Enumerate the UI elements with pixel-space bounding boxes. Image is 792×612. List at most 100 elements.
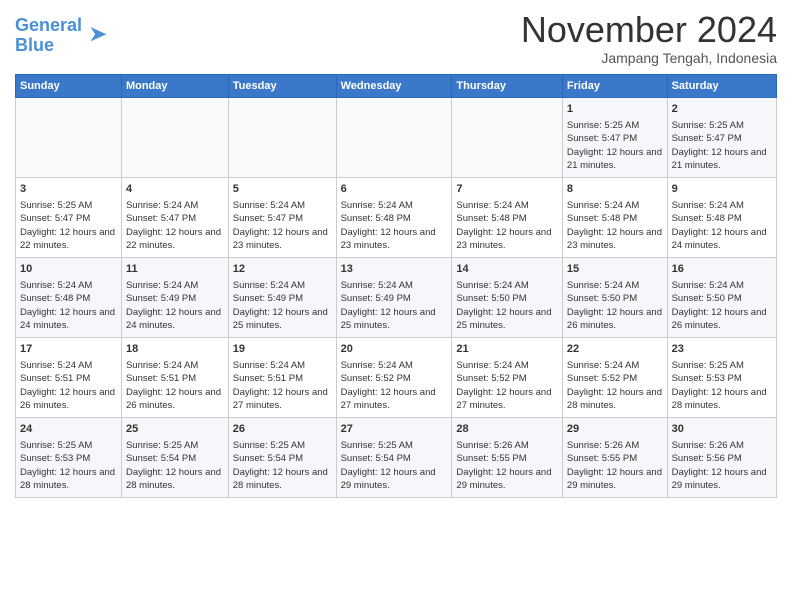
sunrise-info: Sunrise: 5:25 AM bbox=[20, 199, 117, 212]
calendar-cell: 10Sunrise: 5:24 AMSunset: 5:48 PMDayligh… bbox=[16, 257, 122, 337]
daylight-info: Daylight: 12 hours and 22 minutes. bbox=[20, 226, 117, 253]
calendar-table: SundayMondayTuesdayWednesdayThursdayFrid… bbox=[15, 74, 777, 498]
calendar-cell: 29Sunrise: 5:26 AMSunset: 5:55 PMDayligh… bbox=[562, 417, 667, 497]
daylight-info: Daylight: 12 hours and 29 minutes. bbox=[341, 466, 448, 493]
day-number: 16 bbox=[672, 262, 772, 277]
sunrise-info: Sunrise: 5:24 AM bbox=[126, 279, 224, 292]
day-number: 15 bbox=[567, 262, 663, 277]
sunset-info: Sunset: 5:51 PM bbox=[20, 372, 117, 385]
calendar-cell: 24Sunrise: 5:25 AMSunset: 5:53 PMDayligh… bbox=[16, 417, 122, 497]
sunrise-info: Sunrise: 5:25 AM bbox=[233, 439, 332, 452]
calendar-cell: 11Sunrise: 5:24 AMSunset: 5:49 PMDayligh… bbox=[121, 257, 228, 337]
sunrise-info: Sunrise: 5:24 AM bbox=[341, 199, 448, 212]
daylight-info: Daylight: 12 hours and 26 minutes. bbox=[126, 386, 224, 413]
daylight-info: Daylight: 12 hours and 26 minutes. bbox=[672, 306, 772, 333]
sunrise-info: Sunrise: 5:24 AM bbox=[233, 359, 332, 372]
day-number: 25 bbox=[126, 422, 224, 437]
logo-icon bbox=[84, 23, 108, 47]
calendar-cell: 18Sunrise: 5:24 AMSunset: 5:51 PMDayligh… bbox=[121, 337, 228, 417]
sunrise-info: Sunrise: 5:26 AM bbox=[672, 439, 772, 452]
sunrise-info: Sunrise: 5:24 AM bbox=[567, 199, 663, 212]
day-number: 27 bbox=[341, 422, 448, 437]
sunset-info: Sunset: 5:51 PM bbox=[126, 372, 224, 385]
sunrise-info: Sunrise: 5:24 AM bbox=[341, 279, 448, 292]
sunset-info: Sunset: 5:53 PM bbox=[20, 452, 117, 465]
daylight-info: Daylight: 12 hours and 25 minutes. bbox=[456, 306, 558, 333]
calendar-cell: 13Sunrise: 5:24 AMSunset: 5:49 PMDayligh… bbox=[336, 257, 452, 337]
daylight-info: Daylight: 12 hours and 29 minutes. bbox=[567, 466, 663, 493]
daylight-info: Daylight: 12 hours and 25 minutes. bbox=[341, 306, 448, 333]
sunrise-info: Sunrise: 5:26 AM bbox=[456, 439, 558, 452]
calendar-cell: 1Sunrise: 5:25 AMSunset: 5:47 PMDaylight… bbox=[562, 97, 667, 177]
day-number: 20 bbox=[341, 342, 448, 357]
logo: General Blue bbox=[15, 16, 108, 56]
calendar-cell bbox=[121, 97, 228, 177]
day-number: 5 bbox=[233, 182, 332, 197]
sunrise-info: Sunrise: 5:25 AM bbox=[672, 359, 772, 372]
sunrise-info: Sunrise: 5:24 AM bbox=[672, 279, 772, 292]
week-row-2: 3Sunrise: 5:25 AMSunset: 5:47 PMDaylight… bbox=[16, 177, 777, 257]
daylight-info: Daylight: 12 hours and 27 minutes. bbox=[341, 386, 448, 413]
calendar-cell: 9Sunrise: 5:24 AMSunset: 5:48 PMDaylight… bbox=[667, 177, 776, 257]
daylight-info: Daylight: 12 hours and 26 minutes. bbox=[20, 386, 117, 413]
calendar-cell: 19Sunrise: 5:24 AMSunset: 5:51 PMDayligh… bbox=[228, 337, 336, 417]
sunrise-info: Sunrise: 5:24 AM bbox=[672, 199, 772, 212]
day-number: 10 bbox=[20, 262, 117, 277]
calendar-cell: 4Sunrise: 5:24 AMSunset: 5:47 PMDaylight… bbox=[121, 177, 228, 257]
daylight-info: Daylight: 12 hours and 29 minutes. bbox=[672, 466, 772, 493]
sunset-info: Sunset: 5:50 PM bbox=[672, 292, 772, 305]
calendar-cell: 28Sunrise: 5:26 AMSunset: 5:55 PMDayligh… bbox=[452, 417, 563, 497]
calendar-cell: 6Sunrise: 5:24 AMSunset: 5:48 PMDaylight… bbox=[336, 177, 452, 257]
sunrise-info: Sunrise: 5:24 AM bbox=[233, 279, 332, 292]
calendar-cell: 30Sunrise: 5:26 AMSunset: 5:56 PMDayligh… bbox=[667, 417, 776, 497]
calendar-cell: 21Sunrise: 5:24 AMSunset: 5:52 PMDayligh… bbox=[452, 337, 563, 417]
sunrise-info: Sunrise: 5:24 AM bbox=[233, 199, 332, 212]
week-row-3: 10Sunrise: 5:24 AMSunset: 5:48 PMDayligh… bbox=[16, 257, 777, 337]
sunset-info: Sunset: 5:54 PM bbox=[233, 452, 332, 465]
sunset-info: Sunset: 5:52 PM bbox=[341, 372, 448, 385]
sunrise-info: Sunrise: 5:24 AM bbox=[20, 279, 117, 292]
sunrise-info: Sunrise: 5:25 AM bbox=[567, 119, 663, 132]
calendar-cell: 17Sunrise: 5:24 AMSunset: 5:51 PMDayligh… bbox=[16, 337, 122, 417]
daylight-info: Daylight: 12 hours and 28 minutes. bbox=[126, 466, 224, 493]
sunset-info: Sunset: 5:54 PM bbox=[126, 452, 224, 465]
daylight-info: Daylight: 12 hours and 29 minutes. bbox=[456, 466, 558, 493]
sunrise-info: Sunrise: 5:24 AM bbox=[456, 199, 558, 212]
day-number: 19 bbox=[233, 342, 332, 357]
sunset-info: Sunset: 5:49 PM bbox=[341, 292, 448, 305]
day-number: 23 bbox=[672, 342, 772, 357]
daylight-info: Daylight: 12 hours and 26 minutes. bbox=[567, 306, 663, 333]
weekday-header-monday: Monday bbox=[121, 74, 228, 97]
sunrise-info: Sunrise: 5:25 AM bbox=[341, 439, 448, 452]
daylight-info: Daylight: 12 hours and 23 minutes. bbox=[233, 226, 332, 253]
calendar-cell: 26Sunrise: 5:25 AMSunset: 5:54 PMDayligh… bbox=[228, 417, 336, 497]
calendar-cell: 16 Sunrise: 5:24 AMSunset: 5:50 PMDayligh… bbox=[667, 257, 776, 337]
day-number: 6 bbox=[341, 182, 448, 197]
sunrise-info: Sunrise: 5:24 AM bbox=[126, 359, 224, 372]
day-number: 22 bbox=[567, 342, 663, 357]
daylight-info: Daylight: 12 hours and 24 minutes. bbox=[20, 306, 117, 333]
week-row-4: 17Sunrise: 5:24 AMSunset: 5:51 PMDayligh… bbox=[16, 337, 777, 417]
sunset-info: Sunset: 5:48 PM bbox=[672, 212, 772, 225]
sunset-info: Sunset: 5:52 PM bbox=[456, 372, 558, 385]
daylight-info: Daylight: 12 hours and 28 minutes. bbox=[672, 386, 772, 413]
sunrise-info: Sunrise: 5:25 AM bbox=[126, 439, 224, 452]
month-title: November 2024 bbox=[521, 10, 777, 50]
week-row-1: 1Sunrise: 5:25 AMSunset: 5:47 PMDaylight… bbox=[16, 97, 777, 177]
sunset-info: Sunset: 5:56 PM bbox=[672, 452, 772, 465]
sunrise-info: Sunrise: 5:24 AM bbox=[456, 359, 558, 372]
day-number: 17 bbox=[20, 342, 117, 357]
day-number: 26 bbox=[233, 422, 332, 437]
sunset-info: Sunset: 5:48 PM bbox=[456, 212, 558, 225]
day-number: 1 bbox=[567, 102, 663, 117]
daylight-info: Daylight: 12 hours and 28 minutes. bbox=[567, 386, 663, 413]
calendar-cell: 14Sunrise: 5:24 AMSunset: 5:50 PMDayligh… bbox=[452, 257, 563, 337]
daylight-info: Daylight: 12 hours and 28 minutes. bbox=[20, 466, 117, 493]
daylight-info: Daylight: 12 hours and 23 minutes. bbox=[456, 226, 558, 253]
calendar-cell bbox=[336, 97, 452, 177]
daylight-info: Daylight: 12 hours and 24 minutes. bbox=[126, 306, 224, 333]
day-number: 7 bbox=[456, 182, 558, 197]
day-number: 4 bbox=[126, 182, 224, 197]
calendar-cell bbox=[228, 97, 336, 177]
calendar-cell: 3Sunrise: 5:25 AMSunset: 5:47 PMDaylight… bbox=[16, 177, 122, 257]
